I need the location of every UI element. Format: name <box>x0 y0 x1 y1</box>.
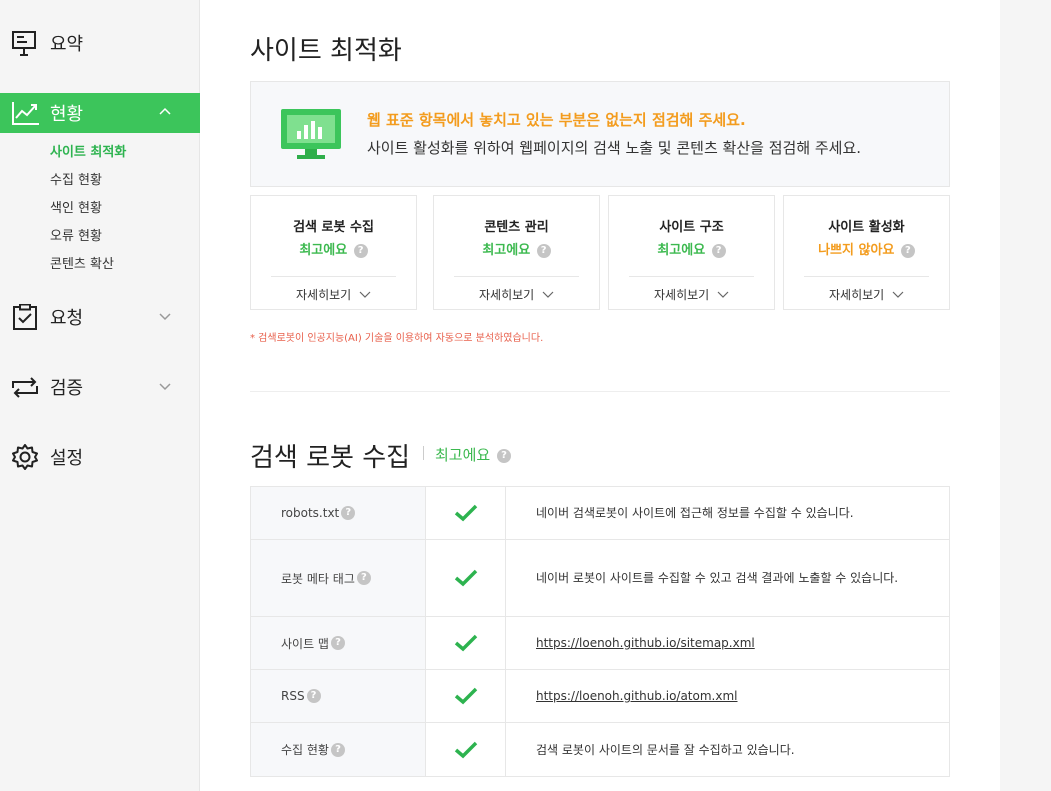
robot-collection-table: robots.txt? 네이버 검색로봇이 사이트에 접근해 정보를 수집할 수… <box>250 486 950 777</box>
row-desc: https://loenoh.github.io/atom.xml <box>506 670 949 722</box>
table-row: 사이트 맵? https://loenoh.github.io/sitemap.… <box>251 617 949 670</box>
sidebar-item-label: 검증 <box>50 378 84 399</box>
card-title: 검색 로봇 수집 <box>293 220 374 235</box>
sidebar: 요약 현황 사이트 최적화 수집 현황 색인 현황 오류 현황 콘텐츠 확산 요… <box>0 0 200 791</box>
sidebar-item-request[interactable]: 요청 <box>0 297 200 337</box>
sidebar-item-status[interactable]: 현황 <box>0 93 200 133</box>
section-status: 최고에요 ? <box>435 444 511 465</box>
table-row: 수집 현황? 검색 로봇이 사이트의 문서를 잘 수집하고 있습니다. <box>251 723 949 776</box>
table-row: 로봇 메타 태그? 네이버 로봇이 사이트를 수집할 수 있고 검색 결과에 노… <box>251 540 949 617</box>
chevron-down-icon <box>542 291 554 298</box>
chevron-down-icon <box>717 291 729 298</box>
row-desc: 네이버 로봇이 사이트를 수집할 수 있고 검색 결과에 노출할 수 있습니다. <box>536 571 899 585</box>
sidebar-item-label: 현황 <box>50 104 84 125</box>
card-status: 나쁘지 않아요 ? <box>784 239 949 258</box>
rss-link[interactable]: https://loenoh.github.io/atom.xml <box>536 683 738 709</box>
chevron-up-icon <box>159 107 171 115</box>
gear-icon <box>12 444 38 470</box>
chevron-down-icon <box>359 291 371 298</box>
row-label: 로봇 메타 태그? <box>251 540 426 616</box>
card-status: 최고에요 ? <box>609 239 774 258</box>
help-icon[interactable]: ? <box>330 742 345 757</box>
help-icon[interactable]: ? <box>536 243 551 258</box>
sidebar-item-label: 요청 <box>50 308 84 329</box>
summary-card: 콘텐츠 관리 최고에요 ? 자세히보기 <box>433 195 600 310</box>
summary-card: 검색 로봇 수집 최고에요 ? 자세히보기 <box>250 195 417 310</box>
clipboard-check-icon <box>13 304 37 330</box>
details-toggle[interactable]: 자세히보기 <box>251 286 416 303</box>
repeat-arrows-icon <box>12 377 38 398</box>
sidebar-item-verify[interactable]: 검증 <box>0 367 200 407</box>
section-divider <box>250 391 950 392</box>
sidebar-item-summary[interactable]: 요약 <box>0 23 200 63</box>
row-label: 사이트 맵? <box>251 617 426 669</box>
check-icon <box>454 687 477 705</box>
sidebar-item-settings[interactable]: 설정 <box>0 437 200 477</box>
subnav-index-status[interactable]: 색인 현황 <box>50 197 102 216</box>
details-toggle[interactable]: 자세히보기 <box>784 286 949 303</box>
row-check <box>426 617 506 669</box>
right-margin <box>1000 0 1051 791</box>
chevron-down-icon <box>159 313 171 321</box>
card-title: 콘텐츠 관리 <box>484 220 549 235</box>
banner-headline: 웹 표준 항목에서 놓치고 있는 부분은 없는지 점검해 주세요. <box>367 111 746 129</box>
details-toggle[interactable]: 자세히보기 <box>609 286 774 303</box>
help-icon[interactable]: ? <box>306 689 321 703</box>
card-divider <box>454 276 579 277</box>
monitor-chart-icon <box>281 109 341 159</box>
summary-card: 사이트 활성화 나쁘지 않아요 ? 자세히보기 <box>783 195 950 310</box>
help-icon[interactable]: ? <box>900 243 915 258</box>
subnav-error-status[interactable]: 오류 현황 <box>50 225 102 244</box>
card-divider <box>629 276 754 277</box>
section-title: 검색 로봇 수집 <box>250 443 411 473</box>
sidebar-item-label: 요약 <box>50 34 84 55</box>
row-check <box>426 487 506 539</box>
title-separator <box>423 446 424 460</box>
row-desc: 검색 로봇이 사이트의 문서를 잘 수집하고 있습니다. <box>536 742 795 757</box>
line-chart-icon <box>12 102 39 125</box>
card-status: 최고에요 ? <box>251 239 416 258</box>
page-title: 사이트 최적화 <box>250 36 402 66</box>
ai-analysis-note: * 검색로봇이 인공지능(AI) 기술을 이용하여 자동으로 분석하였습니다. <box>250 333 544 344</box>
details-toggle[interactable]: 자세히보기 <box>434 286 599 303</box>
subnav-site-optimization[interactable]: 사이트 최적화 <box>50 141 126 160</box>
presentation-board-icon <box>12 31 36 56</box>
table-row: RSS? https://loenoh.github.io/atom.xml <box>251 670 949 723</box>
row-check <box>426 723 506 776</box>
help-icon[interactable]: ? <box>330 636 345 650</box>
card-divider <box>804 276 929 277</box>
chevron-down-icon <box>159 383 171 391</box>
help-icon[interactable]: ? <box>341 506 356 520</box>
card-title: 사이트 구조 <box>659 220 724 235</box>
sitemap-link[interactable]: https://loenoh.github.io/sitemap.xml <box>536 630 755 656</box>
row-check <box>426 670 506 722</box>
card-status: 최고에요 ? <box>434 239 599 258</box>
row-check <box>426 540 506 616</box>
subnav-collection-status[interactable]: 수집 현황 <box>50 169 102 188</box>
subnav-content-spread[interactable]: 콘텐츠 확산 <box>50 253 114 272</box>
help-icon[interactable]: ? <box>496 448 511 463</box>
check-icon <box>454 504 477 522</box>
check-icon <box>454 741 477 758</box>
check-icon <box>454 569 477 587</box>
check-icon <box>454 634 477 652</box>
summary-card: 사이트 구조 최고에요 ? 자세히보기 <box>608 195 775 310</box>
card-divider <box>271 276 396 277</box>
sidebar-item-label: 설정 <box>50 448 84 469</box>
row-label: 수집 현황? <box>251 723 426 776</box>
help-icon[interactable]: ? <box>356 571 371 585</box>
banner-subtext: 사이트 활성화를 위하여 웹페이지의 검색 노출 및 콘텐츠 확산을 점검해 주… <box>367 139 862 157</box>
row-label: robots.txt? <box>251 487 426 539</box>
card-title: 사이트 활성화 <box>828 220 905 235</box>
row-desc: 네이버 검색로봇이 사이트에 접근해 정보를 수집할 수 있습니다. <box>536 506 854 520</box>
help-icon[interactable]: ? <box>711 243 726 258</box>
chevron-down-icon <box>892 291 904 298</box>
row-label: RSS? <box>251 670 426 722</box>
table-row: robots.txt? 네이버 검색로봇이 사이트에 접근해 정보를 수집할 수… <box>251 487 949 540</box>
optimization-banner: 웹 표준 항목에서 놓치고 있는 부분은 없는지 점검해 주세요. 사이트 활성… <box>250 81 950 187</box>
row-desc: https://loenoh.github.io/sitemap.xml <box>506 617 949 669</box>
help-icon[interactable]: ? <box>353 243 368 258</box>
main-content: 사이트 최적화 웹 표준 항목에서 놓치고 있는 부분은 없는지 점검해 주세요… <box>200 0 1000 791</box>
